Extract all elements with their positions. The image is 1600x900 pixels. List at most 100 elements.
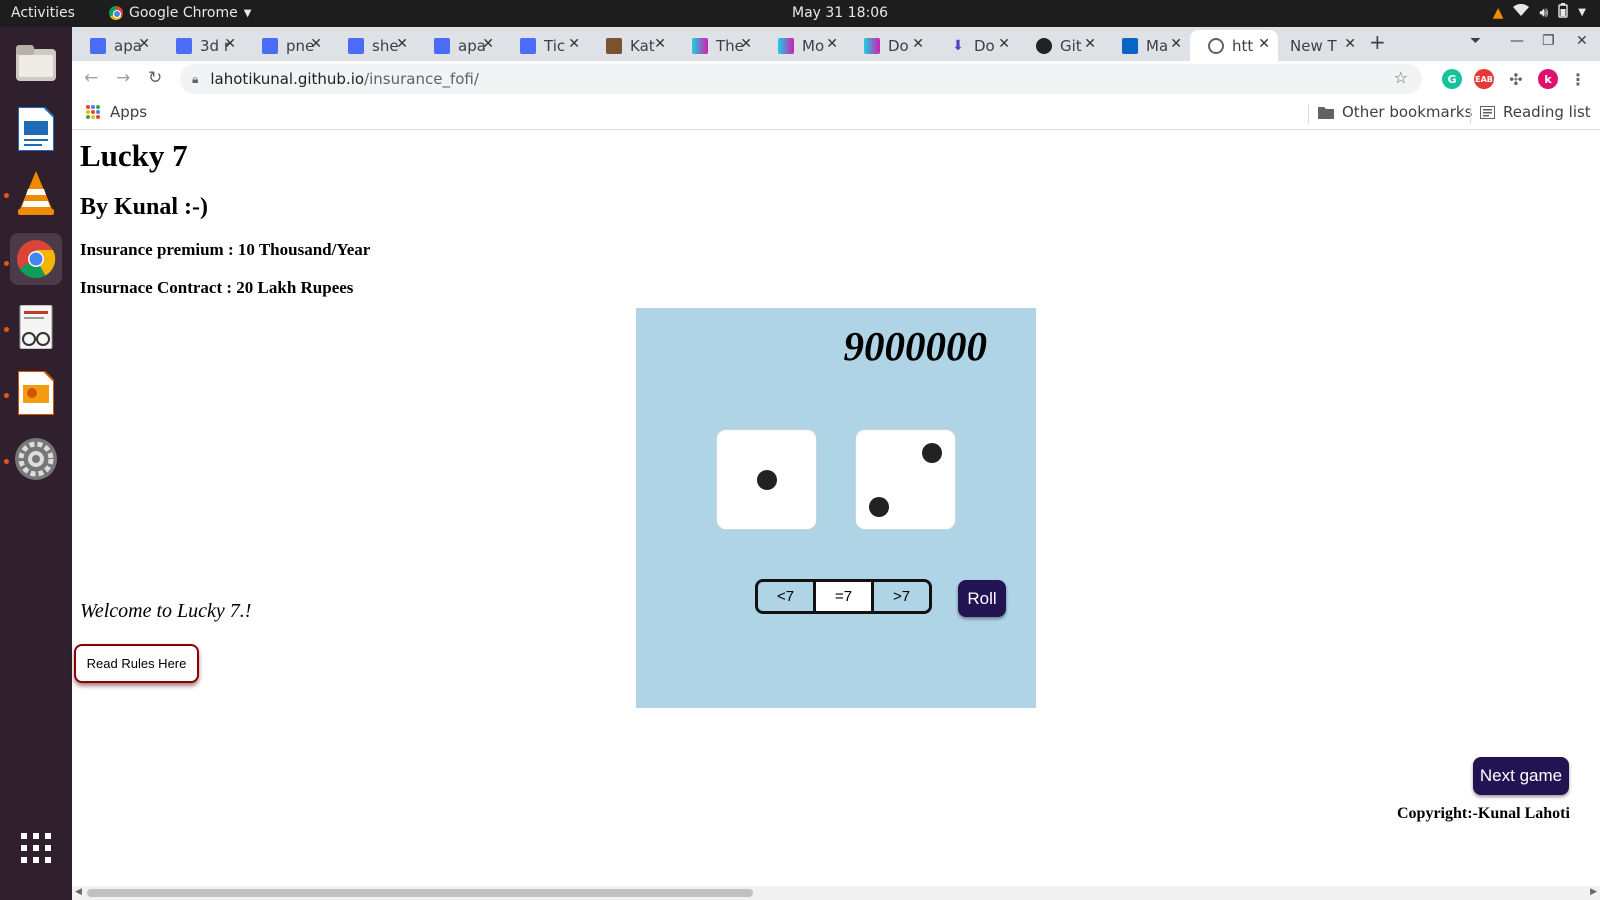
show-apps-icon [21, 833, 51, 863]
score-display: 9000000 [843, 323, 988, 369]
dock-vlc[interactable] [10, 167, 62, 219]
choice-greater-than-7[interactable]: >7 [874, 582, 929, 611]
dock-show-apps[interactable] [10, 822, 62, 874]
roll-button[interactable]: Roll [958, 580, 1006, 617]
bookmark-apps[interactable]: Apps [86, 103, 147, 121]
choice-equal-7[interactable]: =7 [816, 582, 874, 611]
reload-icon[interactable]: ↻ [148, 68, 162, 88]
tab-label: htt [1232, 36, 1254, 55]
new-tab-button[interactable]: + [1369, 30, 1386, 54]
dock-writer[interactable] [10, 103, 62, 155]
close-icon[interactable]: ✕ [310, 36, 322, 52]
tab-11[interactable]: Git ✕ [1018, 30, 1104, 61]
system-tray[interactable]: ▲ 🔊︎ ▼ [1493, 3, 1586, 22]
close-icon[interactable]: ✕ [224, 36, 236, 52]
dock-running-indicator [4, 327, 9, 332]
tab-6[interactable]: Kat ✕ [588, 30, 674, 61]
close-icon[interactable]: ✕ [396, 36, 408, 52]
vlc-tray-icon[interactable]: ▲ [1493, 5, 1504, 21]
tab-14[interactable]: New T ✕ [1278, 30, 1364, 61]
dock-impress[interactable] [10, 367, 62, 419]
restore-icon[interactable]: ❐ [1542, 33, 1555, 49]
tab-2[interactable]: pne ✕ [244, 30, 330, 61]
close-icon[interactable]: ✕ [138, 36, 150, 52]
clock[interactable]: May 31 18:06 [792, 5, 888, 21]
close-icon[interactable]: ✕ [1084, 36, 1096, 52]
tab-label: Mo [802, 36, 825, 55]
close-icon[interactable]: ✕ [740, 36, 752, 52]
tab-13-active[interactable]: htt ✕ [1190, 30, 1278, 61]
die-pip [869, 497, 889, 517]
choice-less-than-7[interactable]: <7 [758, 582, 816, 611]
back-arrow-icon[interactable]: ← [84, 68, 98, 88]
tab-9[interactable]: Do ✕ [846, 30, 932, 61]
tab-7[interactable]: The ✕ [674, 30, 760, 61]
tab-5[interactable]: Tic ✕ [502, 30, 588, 61]
horizontal-scrollbar[interactable]: ◀ ▶ [72, 886, 1600, 900]
globe-icon [1208, 37, 1224, 54]
close-icon[interactable]: ✕ [912, 36, 924, 52]
dock-chrome[interactable] [10, 233, 62, 285]
die-pip [922, 443, 942, 463]
other-bookmarks-label: Other bookmarks [1342, 103, 1473, 121]
tab-1[interactable]: 3d r ✕ [158, 30, 244, 61]
read-rules-button[interactable]: Read Rules Here [74, 644, 199, 683]
grammarly-icon[interactable]: G [1442, 69, 1462, 89]
close-icon[interactable]: ✕ [654, 36, 666, 52]
bookmarks-divider [1308, 104, 1309, 124]
dock-files[interactable] [10, 37, 62, 89]
bookmark-star-icon[interactable]: ☆ [1394, 68, 1408, 87]
minimize-icon[interactable]: — [1510, 33, 1524, 49]
close-icon[interactable]: ✕ [482, 36, 494, 52]
window-close-icon[interactable]: ✕ [1576, 33, 1588, 49]
power-menu-chevron-icon: ▼ [1578, 7, 1586, 18]
tab-0[interactable]: apa ✕ [72, 30, 158, 61]
close-icon[interactable]: ✕ [1258, 36, 1270, 52]
scroll-right-arrow-icon[interactable]: ▶ [1590, 887, 1597, 897]
address-bar[interactable]: 🔒︎ lahotikunal.github.io/insurance_fofi/… [180, 64, 1422, 94]
dock-running-indicator [4, 193, 9, 198]
forward-arrow-icon[interactable]: → [116, 68, 130, 88]
tab-label: Tic [544, 36, 566, 55]
bet-choice-group: <7 =7 >7 [755, 579, 932, 614]
close-icon[interactable]: ✕ [568, 36, 580, 52]
scrollbar-thumb[interactable] [87, 889, 753, 897]
reading-list[interactable]: Reading list [1480, 103, 1591, 121]
puzzle-extensions-icon[interactable]: ✣ [1506, 69, 1526, 89]
docs-icon [434, 37, 450, 54]
close-icon[interactable]: ✕ [1170, 36, 1182, 52]
page-content: Lucky 7 By Kunal :-) Insurance premium :… [72, 131, 1600, 886]
ext-icon[interactable]: EAB [1474, 69, 1494, 89]
dock-settings[interactable] [10, 433, 62, 485]
scroll-left-arrow-icon[interactable]: ◀ [75, 887, 82, 897]
settings-icon [15, 438, 57, 480]
next-game-button[interactable]: Next game [1473, 757, 1569, 795]
outlook-icon [1122, 37, 1138, 54]
close-icon[interactable]: ✕ [1344, 36, 1356, 52]
close-icon[interactable]: ✕ [826, 36, 838, 52]
menu-kebab-icon[interactable]: ⋮ [1568, 69, 1588, 89]
activities-button[interactable]: Activities [11, 5, 75, 21]
docs-icon [176, 37, 192, 54]
tab-search-icon[interactable]: ⏷ [1470, 33, 1481, 49]
tab-label: Ma [1146, 36, 1169, 55]
tab-4[interactable]: apa ✕ [416, 30, 502, 61]
tab-12[interactable]: Ma ✕ [1104, 30, 1190, 61]
other-bookmarks[interactable]: Other bookmarks [1318, 103, 1472, 121]
dock-running-indicator [4, 459, 9, 464]
chrome-icon [109, 6, 123, 20]
tab-8[interactable]: Mo ✕ [760, 30, 846, 61]
tab-3[interactable]: she ✕ [330, 30, 416, 61]
bookmarks-bar: Apps Other bookmarks Reading list [72, 97, 1600, 130]
profile-avatar[interactable]: k [1538, 69, 1558, 89]
chrome-icon [17, 240, 56, 279]
app-menu[interactable]: Google Chrome ▼ [109, 5, 251, 21]
tab-10[interactable]: ⬇ Do ✕ [932, 30, 1018, 61]
game-board: 9000000 <7 =7 >7 Roll [636, 308, 1036, 708]
wifi-icon [1513, 3, 1530, 21]
close-icon[interactable]: ✕ [998, 36, 1010, 52]
die-pip [757, 470, 777, 490]
dock-reader[interactable] [10, 301, 62, 353]
copyright-text: Copyright:-Kunal Lahoti [1397, 805, 1570, 822]
battery-icon [1558, 3, 1568, 22]
